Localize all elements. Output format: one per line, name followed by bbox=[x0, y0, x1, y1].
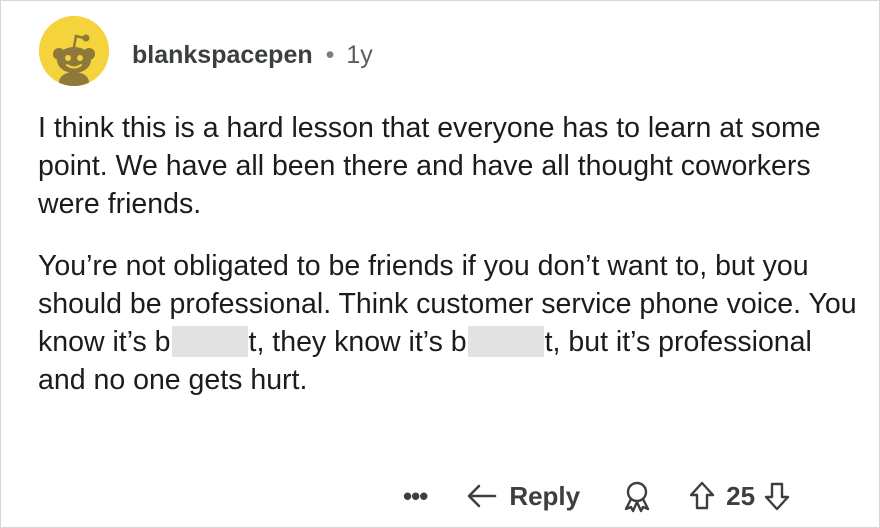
comment-paragraph-2: You’re not obligated to be friends if yo… bbox=[38, 247, 858, 399]
vote-count: 25 bbox=[726, 480, 756, 511]
reply-label: Reply bbox=[509, 480, 581, 511]
comment-paragraph-1: I think this is a hard lesson that every… bbox=[38, 112, 821, 220]
snoo-avatar-icon bbox=[39, 16, 109, 86]
redaction-blur bbox=[467, 326, 544, 357]
more-options-button[interactable]: ••• bbox=[403, 483, 428, 509]
reply-button[interactable]: Reply bbox=[465, 481, 580, 512]
vote-controls: 25 bbox=[688, 480, 791, 512]
comment-card: blankspacepen • 1y I think this is a har… bbox=[0, 0, 880, 528]
comment-header: blankspacepen • 1y bbox=[132, 35, 373, 75]
upvote-button[interactable] bbox=[688, 480, 716, 512]
redaction-blur bbox=[171, 326, 248, 357]
meta-separator: • bbox=[325, 40, 335, 69]
comment-body: I think this is a hard lesson that every… bbox=[38, 109, 858, 399]
comment-age[interactable]: 1y bbox=[346, 41, 372, 70]
user-avatar[interactable] bbox=[39, 16, 109, 86]
author-username[interactable]: blankspacepen bbox=[132, 41, 313, 70]
award-button[interactable] bbox=[620, 479, 654, 513]
paragraph-2-part-2: t, they know it’s b bbox=[248, 326, 467, 358]
award-icon bbox=[624, 481, 650, 513]
downvote-button[interactable] bbox=[763, 480, 791, 512]
comment-actions: ••• Reply 25 bbox=[403, 473, 791, 519]
reply-arrow-icon bbox=[468, 484, 497, 508]
